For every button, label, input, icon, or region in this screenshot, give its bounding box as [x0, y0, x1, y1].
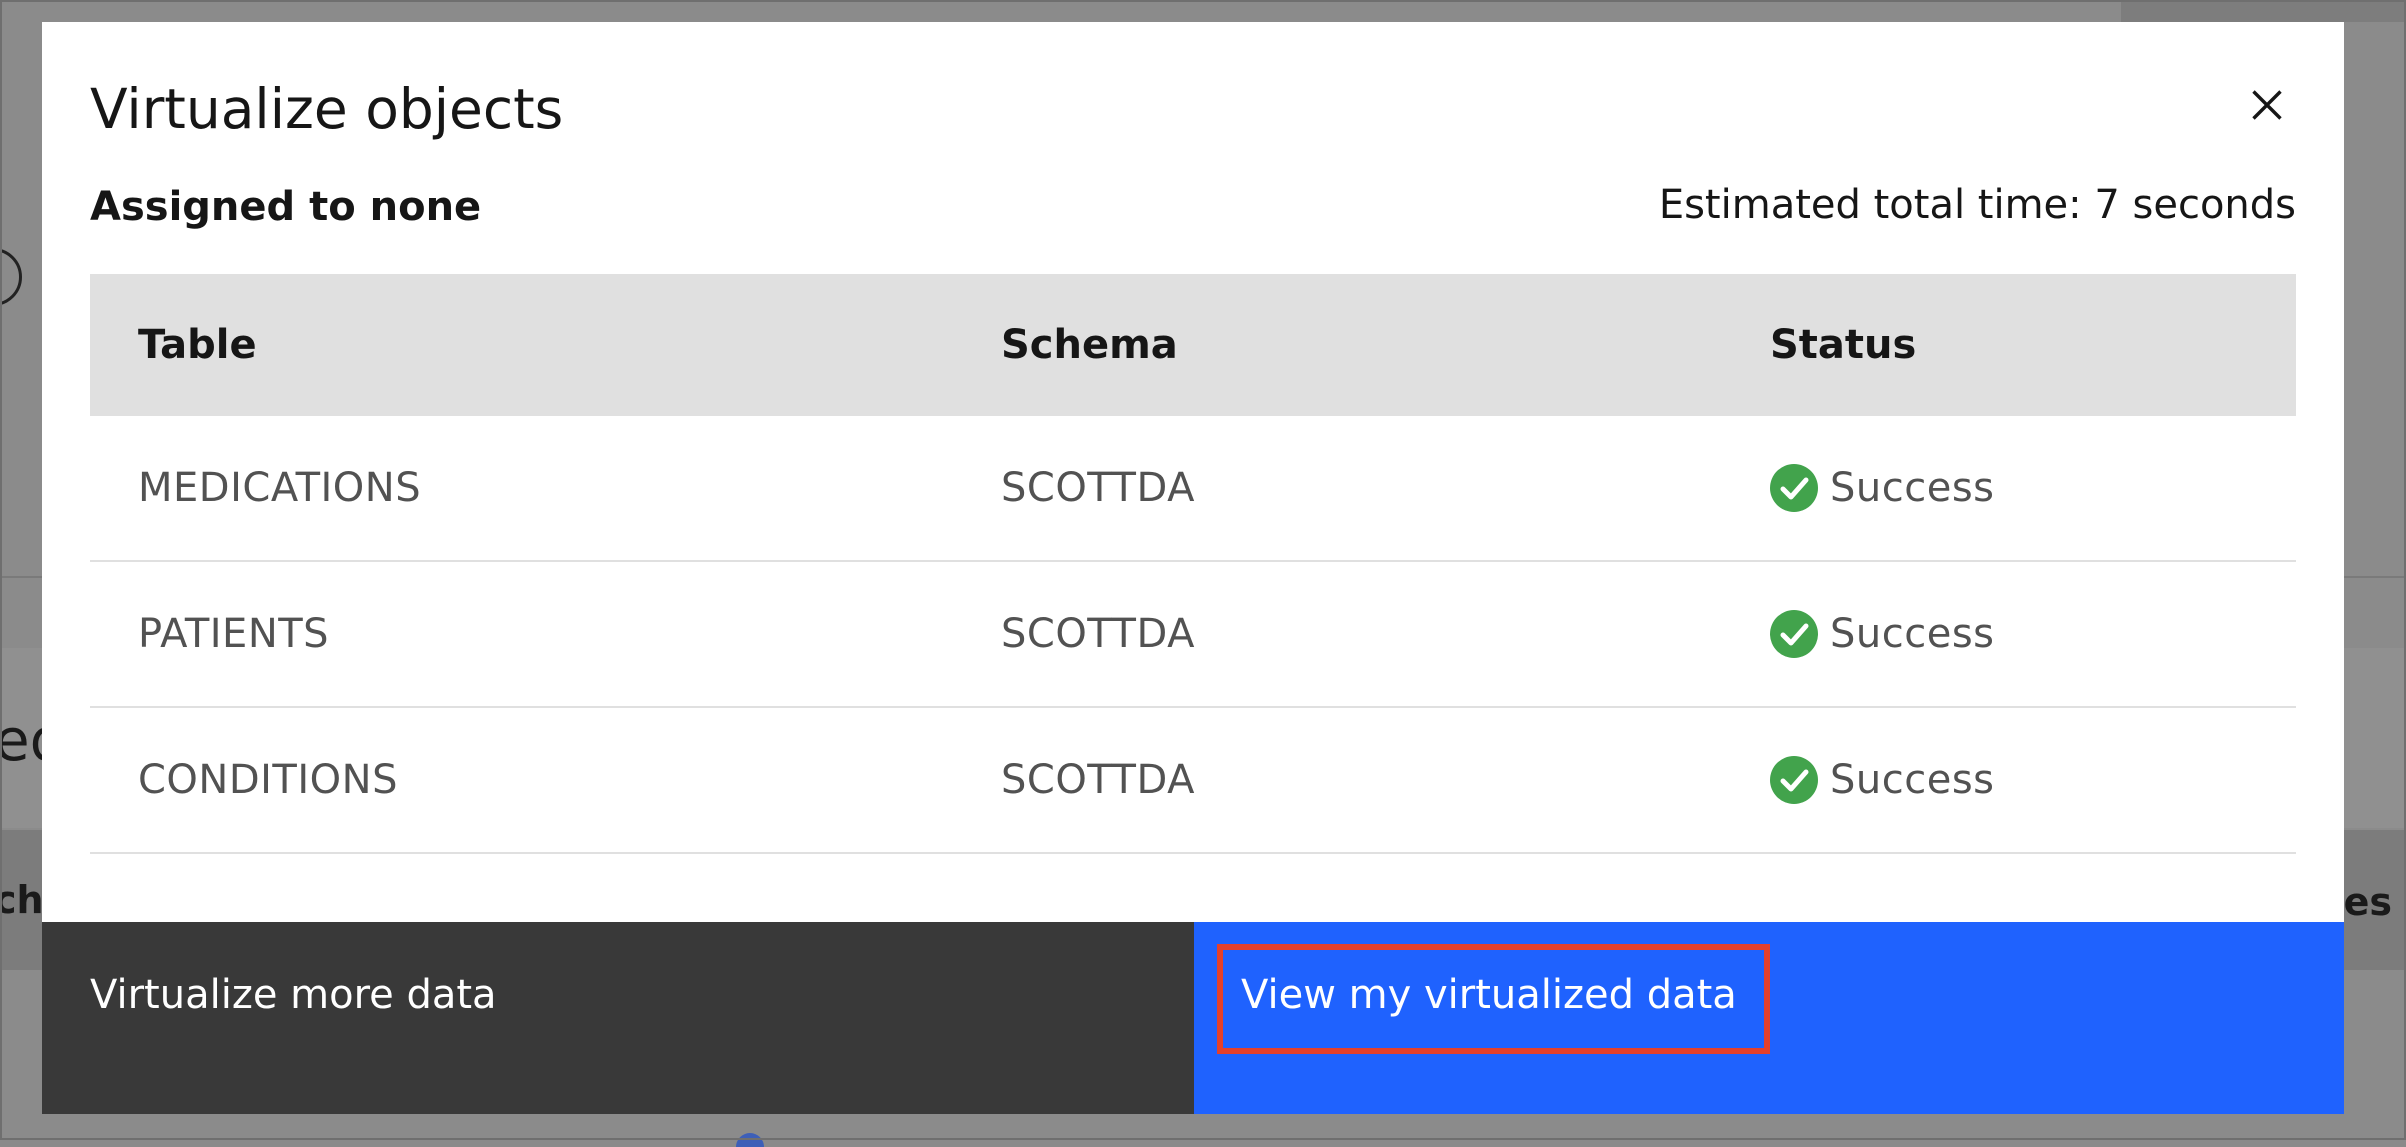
virtualize-more-data-label: Virtualize more data — [90, 972, 497, 1018]
modal-footer: Virtualize more data View my virtualized… — [42, 922, 2344, 1114]
assigned-label: Assigned to none — [90, 184, 482, 230]
cell-schema: SCOTTDA — [1001, 465, 1195, 511]
cell-status: Success — [1722, 561, 2296, 707]
virtualized-objects-table: Table Schema Status MEDICATIONS SCOTTDA — [90, 274, 2296, 854]
table-header-row: Table Schema Status — [90, 274, 2296, 416]
column-header-table[interactable]: Table — [90, 274, 953, 416]
virtualize-more-data-button[interactable]: Virtualize more data — [42, 922, 1194, 1114]
table-row: MEDICATIONS SCOTTDA Success — [90, 416, 2296, 561]
cell-table-name: CONDITIONS — [138, 757, 398, 803]
view-my-virtualized-data-button[interactable]: View my virtualized data — [1194, 922, 2344, 1114]
close-icon — [2252, 90, 2282, 120]
checkmark-filled-icon — [1770, 756, 1818, 804]
table-row: CONDITIONS SCOTTDA Success — [90, 707, 2296, 853]
virtualize-objects-modal: Virtualize objects Assigned to none Esti… — [42, 22, 2344, 1114]
estimated-time: Estimated total time: 7 seconds — [1658, 182, 2296, 228]
view-my-virtualized-data-label: View my virtualized data — [1241, 972, 1737, 1018]
column-header-schema[interactable]: Schema — [953, 274, 1722, 416]
background-column-fragment-right: es — [2343, 880, 2392, 924]
cell-status: Success — [1722, 416, 2296, 561]
background-indicator-dot — [736, 1133, 764, 1147]
checkmark-filled-icon — [1770, 464, 1818, 512]
close-button[interactable] — [2232, 70, 2302, 140]
status-text: Success — [1830, 757, 1995, 803]
background-circle-icon — [0, 248, 22, 306]
cell-table-name: PATIENTS — [138, 611, 330, 657]
column-header-status[interactable]: Status — [1722, 274, 2296, 416]
modal-title: Virtualize objects — [90, 77, 564, 141]
status-text: Success — [1830, 465, 1995, 511]
background-topbar-button — [2121, 0, 2406, 22]
status-text: Success — [1830, 611, 1995, 657]
cell-table-name: MEDICATIONS — [138, 465, 422, 511]
cell-schema: SCOTTDA — [1001, 757, 1195, 803]
table-row: PATIENTS SCOTTDA Success — [90, 561, 2296, 707]
checkmark-filled-icon — [1770, 610, 1818, 658]
cell-schema: SCOTTDA — [1001, 611, 1195, 657]
background-column-fragment-left: ch — [0, 878, 44, 922]
cell-status: Success — [1722, 707, 2296, 853]
